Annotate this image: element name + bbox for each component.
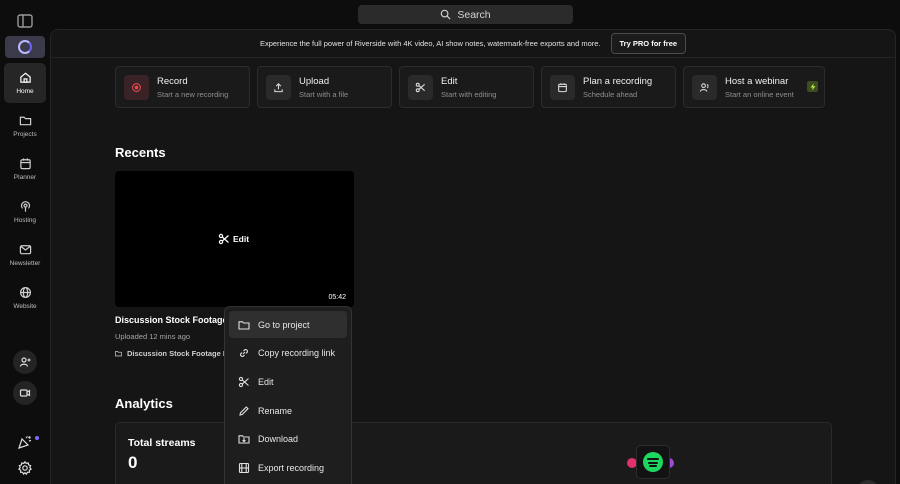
- pencil-icon: [239, 405, 249, 416]
- total-streams-label: Total streams: [128, 437, 196, 449]
- folder-icon: [238, 320, 250, 330]
- edit-action-card[interactable]: Edit Start with editing: [399, 66, 534, 108]
- menu-download[interactable]: Download: [229, 426, 347, 453]
- nav-label-projects: Projects: [13, 131, 37, 138]
- plan-subtitle: Schedule ahead: [583, 89, 638, 99]
- menu-go-to-project[interactable]: Go to project: [229, 311, 347, 338]
- workspace-logo-icon: [18, 40, 32, 54]
- mail-icon: [19, 245, 31, 255]
- recording-uploaded: Uploaded 12 mins ago: [115, 332, 191, 341]
- calendar-icon: [19, 158, 31, 170]
- nav-label-newsletter: Newsletter: [9, 260, 41, 267]
- recording-folder[interactable]: Discussion Stock Footage D: [115, 349, 228, 358]
- film-icon: [238, 462, 250, 473]
- menu-label-download: Download: [258, 434, 299, 445]
- recording-folder-label: Discussion Stock Footage D: [127, 349, 229, 358]
- search-icon: [441, 9, 451, 20]
- podcast-icon: [20, 201, 30, 212]
- recording-duration: 05:42: [328, 294, 346, 301]
- scissors-icon: [218, 233, 229, 245]
- nav-label-home: Home: [16, 88, 34, 95]
- nav-item-hosting[interactable]: Hosting: [4, 192, 46, 232]
- webinar-title: Host a webinar: [725, 75, 789, 87]
- folder-icon: [19, 116, 31, 126]
- add-user-icon: [19, 357, 31, 367]
- video-camera-icon: [19, 389, 31, 397]
- webinar-user-icon: [699, 82, 709, 92]
- record-icon: [132, 82, 141, 92]
- edit-subtitle: Start with editing: [441, 89, 497, 99]
- recording-thumbnail[interactable]: Edit 05:42: [115, 171, 354, 307]
- edit-icon-box: [408, 74, 433, 100]
- workspace-logo-button[interactable]: [5, 36, 45, 58]
- globe-icon: [19, 286, 31, 299]
- menu-copy-recording-link[interactable]: Copy recording link: [229, 340, 347, 367]
- nav-item-newsletter[interactable]: Newsletter: [4, 235, 46, 275]
- thumbnail-edit-label: Edit: [233, 234, 250, 244]
- total-streams-value: 0: [128, 453, 138, 472]
- webinar-icon-box: [692, 74, 717, 100]
- video-button[interactable]: [13, 381, 37, 405]
- nav-item-home[interactable]: Home: [4, 63, 46, 103]
- thumbnail-edit-button[interactable]: Edit: [218, 233, 249, 245]
- edit-title: Edit: [441, 75, 458, 87]
- host-webinar-action-card[interactable]: Host a webinar Start an online event: [683, 66, 825, 108]
- plan-title: Plan a recording: [583, 75, 653, 87]
- record-subtitle: Start a new recording: [157, 89, 229, 99]
- platform-icons: [624, 443, 674, 483]
- webinar-subtitle: Start an online event: [725, 89, 794, 99]
- home-icon: [19, 72, 31, 83]
- invite-user-button[interactable]: [13, 350, 37, 374]
- menu-rename[interactable]: Rename: [229, 397, 347, 424]
- banner-text: Experience the full power of Riverside w…: [259, 39, 601, 48]
- try-pro-button[interactable]: Try PRO for free: [610, 33, 687, 54]
- analytics-card: Total streams 0: [115, 422, 832, 484]
- menu-label-copy-link: Copy recording link: [258, 348, 336, 359]
- search-bar[interactable]: Search: [358, 5, 573, 24]
- record-title: Record: [157, 75, 188, 87]
- scissors-icon: [415, 82, 425, 92]
- main-panel: Experience the full power of Riverside w…: [50, 29, 896, 484]
- nav-item-planner[interactable]: Planner: [4, 149, 46, 189]
- menu-export-recording[interactable]: Export recording: [229, 454, 347, 481]
- upload-icon: [274, 82, 283, 92]
- analytics-title: Analytics: [115, 396, 173, 411]
- nav-item-website[interactable]: Website: [4, 278, 46, 318]
- notification-dot: [35, 436, 39, 440]
- spotify-icon: [636, 445, 670, 479]
- recents-title: Recents: [115, 145, 166, 160]
- upload-subtitle: Start with a file: [299, 89, 349, 99]
- sidebar-toggle-icon[interactable]: [16, 12, 34, 30]
- upload-icon-box: [266, 74, 291, 100]
- record-icon-box: [124, 74, 149, 100]
- nav-label-hosting: Hosting: [13, 217, 37, 224]
- link-icon: [240, 349, 248, 358]
- upload-action-card[interactable]: Upload Start with a file: [257, 66, 392, 108]
- calendar-icon: [558, 82, 567, 92]
- left-nav: Home Projects Planner Hosting Newsletter…: [0, 30, 50, 484]
- settings-gear-icon[interactable]: [17, 460, 33, 476]
- pro-bolt-icon: [807, 81, 818, 92]
- recording-context-menu: Go to project Copy recording link Edit R…: [224, 306, 352, 484]
- pro-banner: Experience the full power of Riverside w…: [51, 30, 895, 58]
- nav-label-website: Website: [13, 303, 37, 310]
- download-icon: [238, 435, 250, 444]
- search-label: Search: [457, 8, 491, 21]
- menu-label-export: Export recording: [258, 462, 325, 473]
- plan-recording-action-card[interactable]: Plan a recording Schedule ahead: [541, 66, 676, 108]
- party-popper-icon[interactable]: [17, 434, 33, 450]
- menu-label-rename: Rename: [258, 405, 293, 416]
- menu-edit[interactable]: Edit: [229, 368, 347, 395]
- menu-label-edit: Edit: [258, 376, 274, 387]
- menu-label-go-to-project: Go to project: [258, 319, 310, 330]
- nav-item-projects[interactable]: Projects: [4, 106, 46, 146]
- upload-title: Upload: [299, 75, 330, 87]
- recording-name[interactable]: Discussion Stock Footage: [115, 315, 228, 325]
- scissors-icon: [238, 376, 249, 388]
- nav-label-planner: Planner: [13, 174, 37, 181]
- folder-icon: [115, 351, 122, 357]
- plan-icon-box: [550, 74, 575, 100]
- record-action-card[interactable]: Record Start a new recording: [115, 66, 250, 108]
